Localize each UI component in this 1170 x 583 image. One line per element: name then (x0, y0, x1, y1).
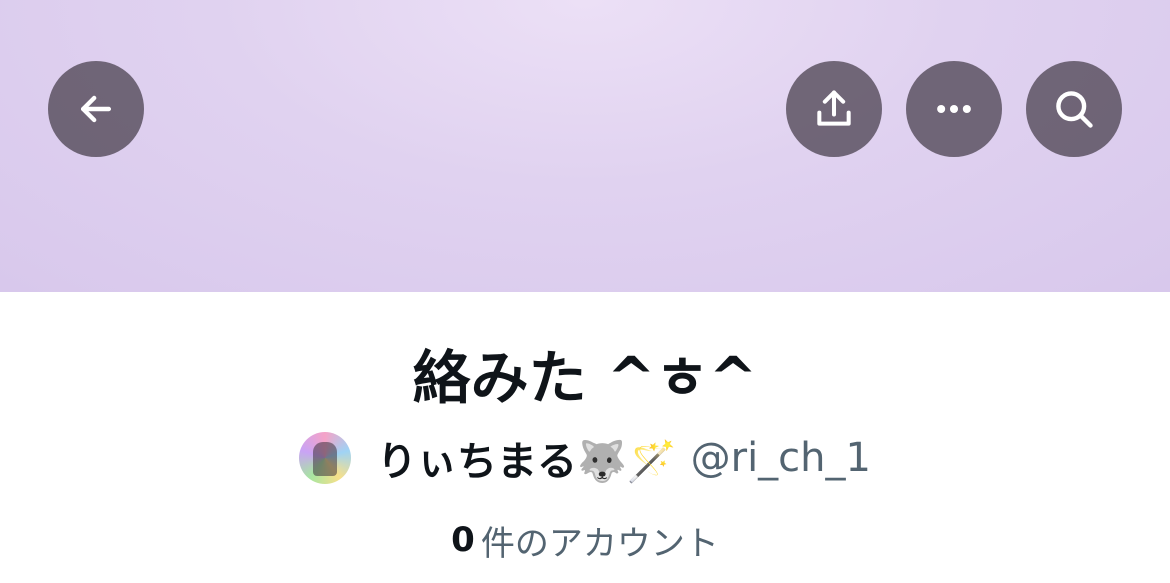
member-count-label: 件のアカウント (480, 523, 719, 564)
list-banner (0, 0, 1170, 292)
more-options-button[interactable] (906, 61, 1002, 157)
avatar[interactable] (299, 432, 352, 484)
search-button[interactable] (1026, 61, 1122, 157)
member-count[interactable]: 0 件のアカウント (0, 512, 1170, 568)
owner-handle[interactable]: @ri_ch_1 (691, 435, 871, 481)
member-count-number: 0 (451, 520, 475, 560)
owner-display-name[interactable]: りぃちまる🐺🪄 (377, 429, 677, 487)
list-owner[interactable]: りぃちまる🐺🪄 @ri_ch_1 (0, 426, 1170, 490)
search-icon (1056, 91, 1093, 128)
list-title: 絡みた ^ㅎ^ (412, 344, 758, 412)
arrow-left-icon (80, 95, 112, 123)
share-upload-icon (817, 90, 851, 126)
back-button[interactable] (48, 61, 144, 157)
ellipsis-icon (937, 104, 971, 114)
share-button[interactable] (786, 61, 882, 157)
